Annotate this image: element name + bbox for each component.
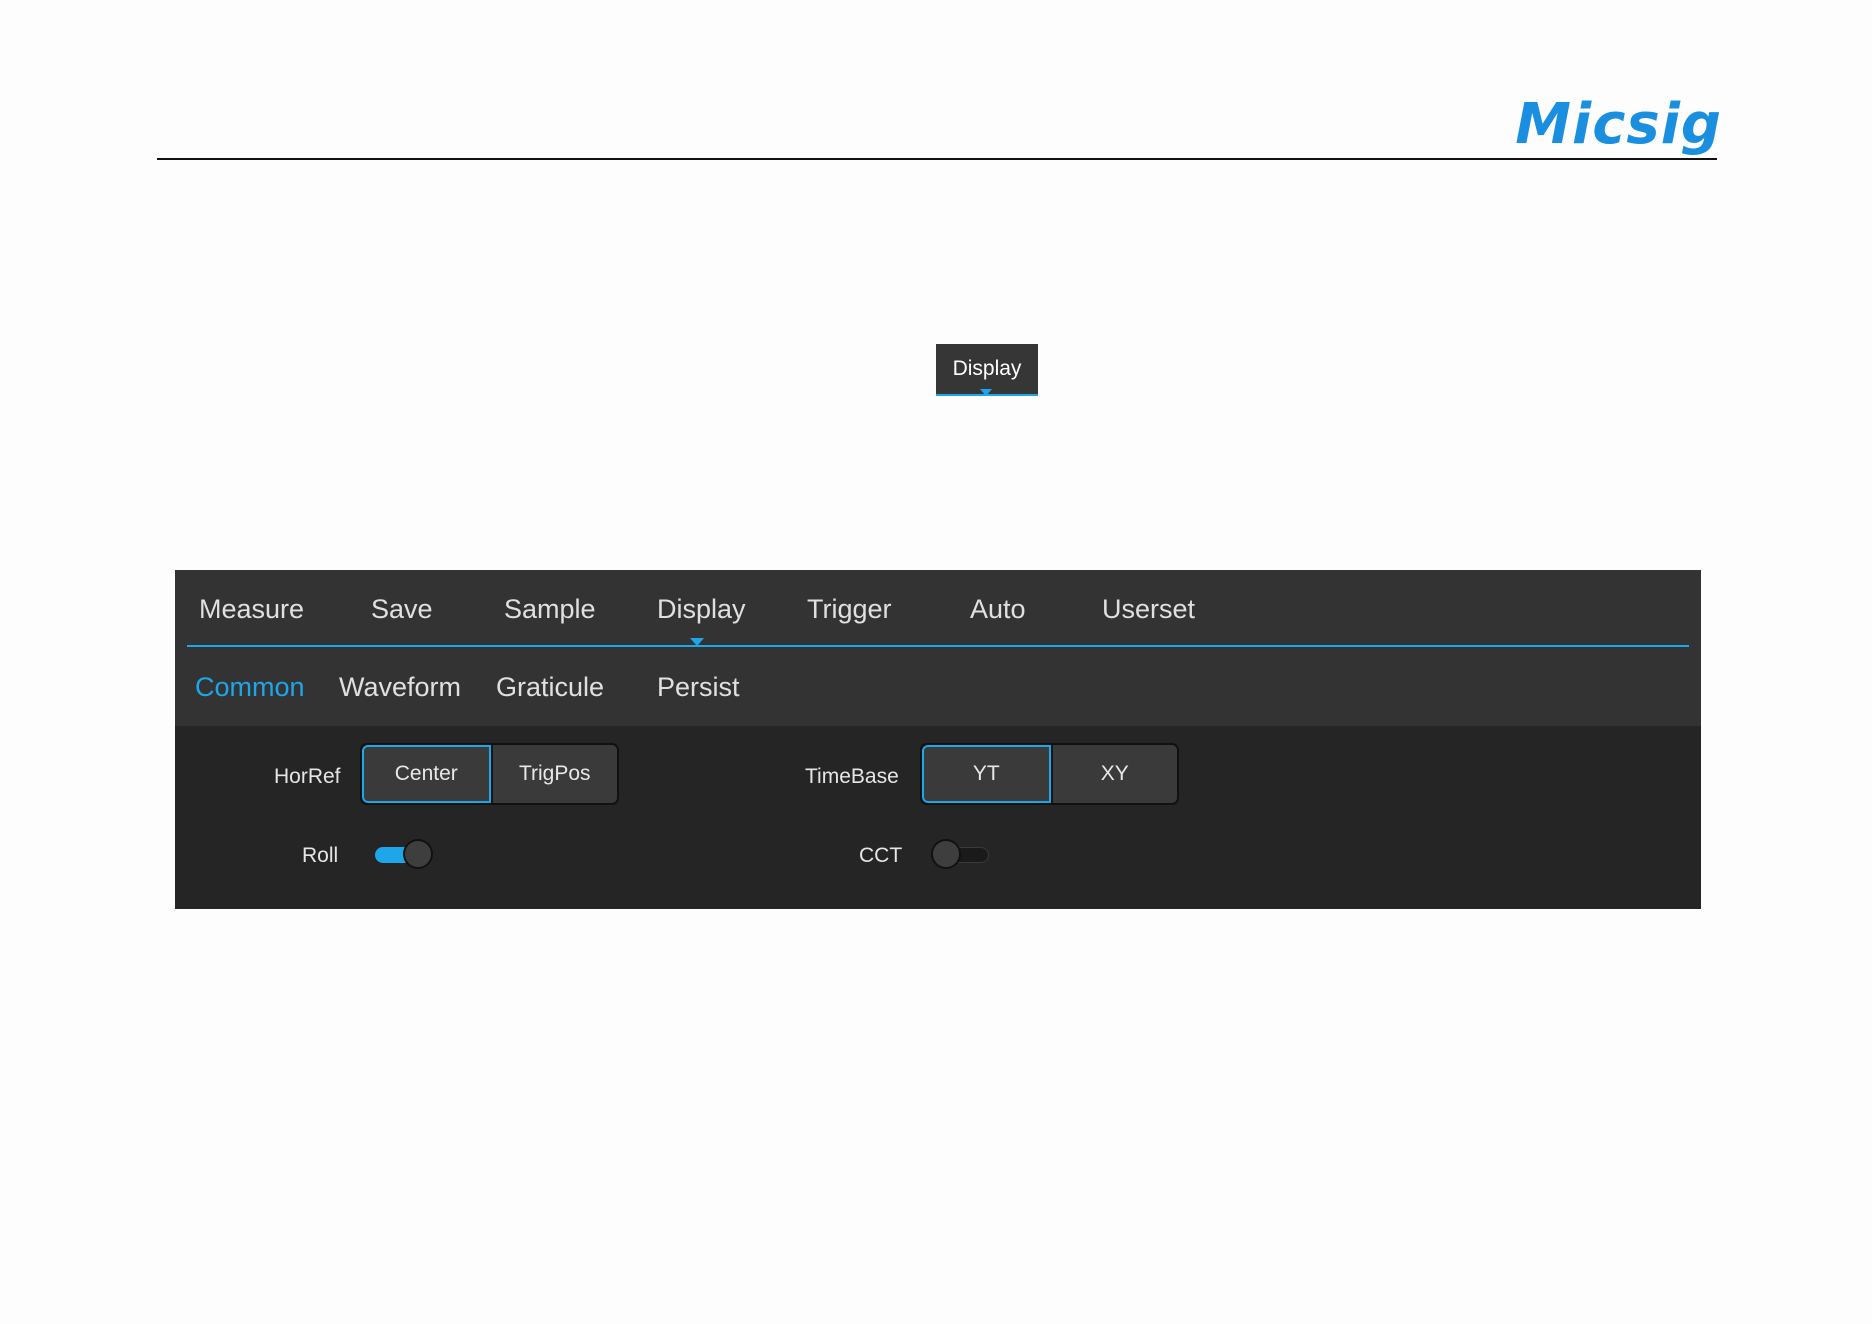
menu-auto[interactable]: Auto xyxy=(970,594,1026,625)
tab-graticule[interactable]: Graticule xyxy=(496,672,604,703)
roll-label: Roll xyxy=(302,844,339,867)
menu-underline xyxy=(187,645,1689,647)
horref-segmented-control: Center TrigPos xyxy=(360,743,619,805)
roll-toggle-knob xyxy=(403,839,433,869)
menu-display[interactable]: Display xyxy=(657,594,746,625)
menu-sample[interactable]: Sample xyxy=(504,594,596,625)
menu-userset[interactable]: Userset xyxy=(1102,594,1195,625)
micsig-logo: Micsig xyxy=(1515,92,1722,157)
header-divider xyxy=(157,158,1717,160)
cct-toggle[interactable] xyxy=(931,837,993,871)
badge-arrow-icon xyxy=(980,389,992,396)
menu-save[interactable]: Save xyxy=(371,594,433,625)
settings-panel: Measure Save Sample Display Trigger Auto… xyxy=(175,570,1701,909)
horref-trigpos-button[interactable]: TrigPos xyxy=(490,745,617,803)
timebase-label: TimeBase xyxy=(805,765,899,788)
roll-toggle[interactable] xyxy=(373,837,435,871)
menu-bar: Measure Save Sample Display Trigger Auto… xyxy=(175,570,1701,726)
timebase-segmented-control: YT XY xyxy=(920,743,1179,805)
menu-trigger[interactable]: Trigger xyxy=(807,594,892,625)
menu-measure[interactable]: Measure xyxy=(199,594,304,625)
cct-label: CCT xyxy=(859,844,903,867)
tab-waveform[interactable]: Waveform xyxy=(339,672,461,703)
badge-label: Display xyxy=(952,357,1022,380)
cct-toggle-knob xyxy=(931,839,961,869)
horref-label: HorRef xyxy=(274,765,341,788)
horref-center-button[interactable]: Center xyxy=(362,745,491,803)
tab-persist[interactable]: Persist xyxy=(657,672,740,703)
tab-common[interactable]: Common xyxy=(195,672,305,703)
timebase-xy-button[interactable]: XY xyxy=(1050,745,1177,803)
timebase-yt-button[interactable]: YT xyxy=(922,745,1051,803)
